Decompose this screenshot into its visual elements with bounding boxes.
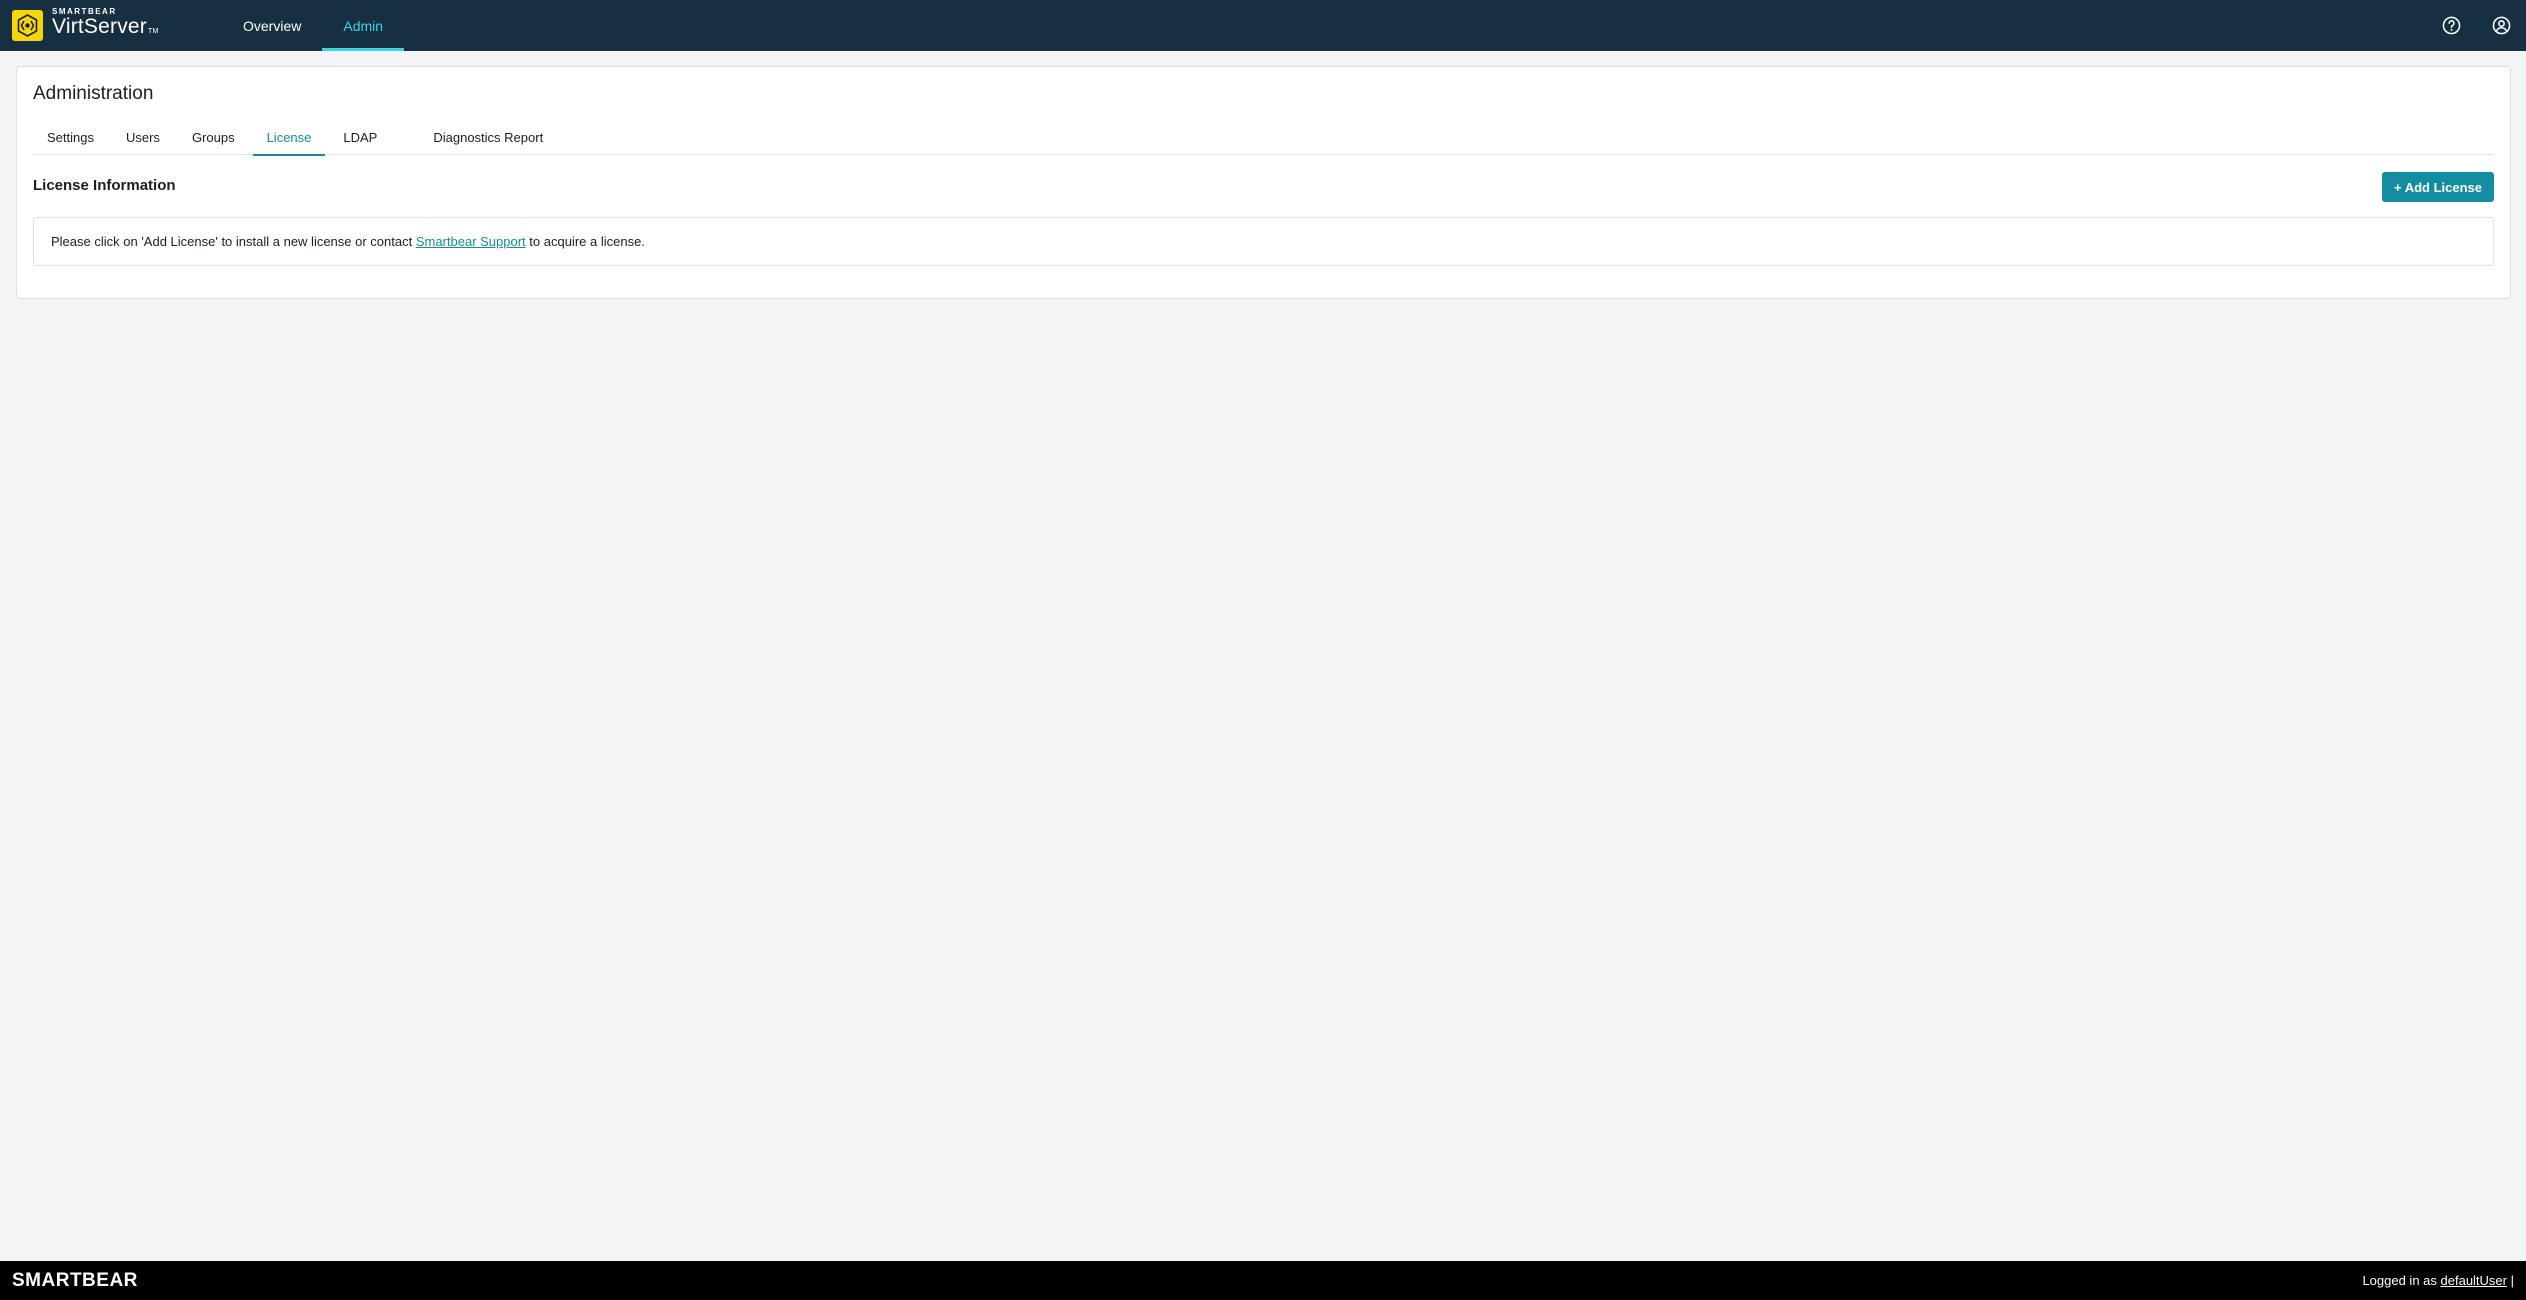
top-navigation-bar: SMARTBEAR VirtServerTM Overview Admin [0,0,2526,51]
brand[interactable]: SMARTBEAR VirtServerTM [12,7,159,43]
virtserver-logo-icon [12,9,43,41]
top-icons [2440,14,2512,36]
user-account-icon[interactable] [2490,14,2512,36]
logged-in-prefix: Logged in as [2362,1273,2441,1288]
tab-ldap[interactable]: LDAP [329,127,391,155]
license-info-message: Please click on 'Add License' to install… [33,217,2494,266]
smartbear-support-link[interactable]: Smartbear Support [416,234,526,249]
main-nav: Overview Admin [222,0,404,51]
login-status: Logged in as defaultUser | [2362,1273,2514,1288]
admin-tabs: Settings Users Groups License LDAP Diagn… [33,127,2494,156]
tab-users[interactable]: Users [112,127,174,155]
nav-admin[interactable]: Admin [322,0,404,51]
footer-logo: SMARTBEAR [12,1269,138,1291]
message-text-after: to acquire a license. [525,234,645,249]
page-title: Administration [33,83,154,104]
tab-settings[interactable]: Settings [33,127,108,155]
brand-text: SMARTBEAR VirtServerTM [52,7,159,43]
nav-overview[interactable]: Overview [222,0,322,51]
brand-trademark: TM [147,28,159,35]
footer-separator: | [2507,1273,2514,1288]
section-title: License Information [33,177,176,194]
tab-license[interactable]: License [252,127,326,156]
message-text-before: Please click on 'Add License' to install… [51,234,416,249]
tab-diagnostics-report[interactable]: Diagnostics Report [419,127,557,155]
brand-product-name: VirtServer [52,15,147,38]
administration-card: Administration Settings Users Groups Lic… [16,66,2511,299]
username-link[interactable]: defaultUser [2441,1273,2507,1288]
tab-groups[interactable]: Groups [178,127,249,155]
add-license-button[interactable]: + Add License [2381,172,2494,202]
footer: SMARTBEAR Logged in as defaultUser | [0,1261,2526,1300]
help-icon[interactable] [2440,14,2462,36]
brand-product: VirtServerTM [52,16,159,43]
